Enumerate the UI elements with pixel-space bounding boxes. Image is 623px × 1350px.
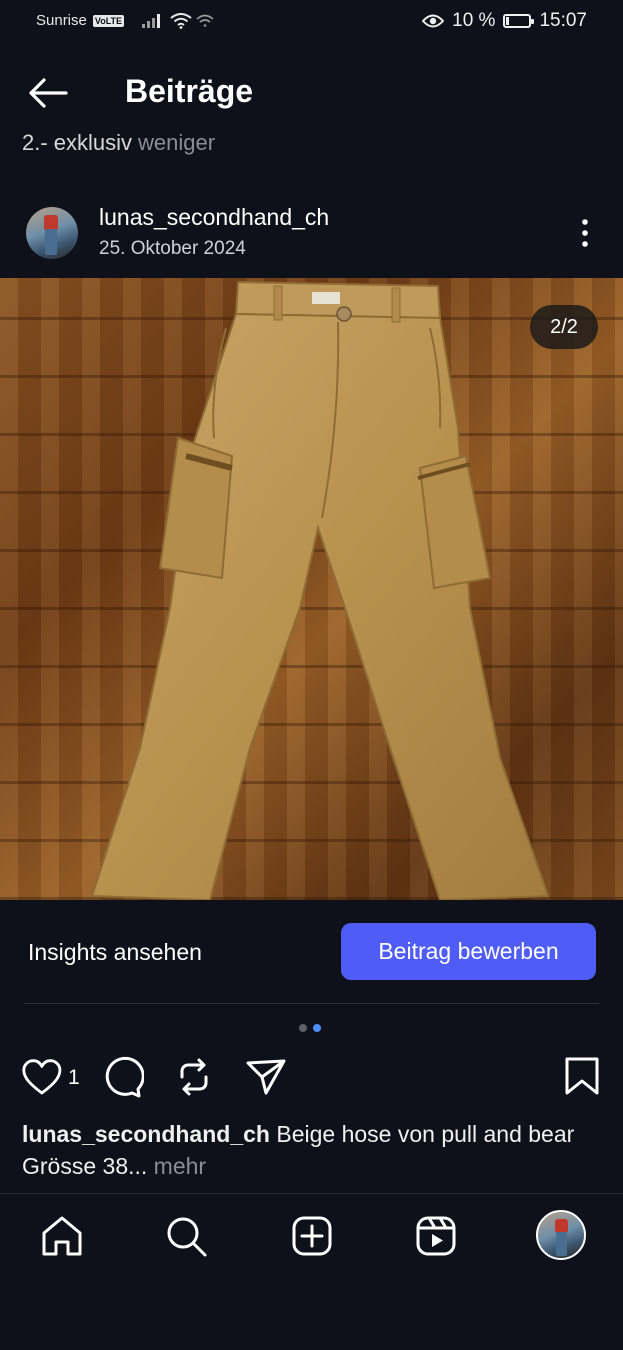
- post-date: 25. Oktober 2024: [99, 238, 246, 259]
- post-header: lunas_secondhand_ch 25. Oktober 2024: [0, 198, 623, 270]
- previous-caption-text: 2.- exklusiv: [22, 130, 133, 155]
- pants-illustration: [90, 280, 550, 900]
- create-icon[interactable]: [288, 1212, 336, 1260]
- carousel-dot-active: [313, 1024, 321, 1032]
- page-title: Beiträge: [125, 73, 254, 109]
- promote-post-button[interactable]: Beitrag bewerben: [341, 923, 596, 980]
- previous-post-caption: 2.- exklusiv weniger: [22, 130, 215, 156]
- wifi-icon: [170, 12, 192, 29]
- divider: [24, 1003, 599, 1004]
- signal-icon: [142, 13, 161, 28]
- status-bar: Sunrise VoLTE 10 % 15:07: [0, 0, 623, 44]
- caption-text-line1: Beige hose von pull and bear: [276, 1121, 575, 1147]
- search-icon[interactable]: [162, 1212, 210, 1260]
- profile-avatar[interactable]: [536, 1210, 586, 1260]
- status-right: 10 % 15:07: [422, 10, 587, 32]
- like-count[interactable]: 1: [68, 1066, 80, 1090]
- battery-percent: 10 %: [452, 10, 496, 31]
- carrier-name: Sunrise: [36, 12, 87, 29]
- home-icon[interactable]: [38, 1212, 86, 1260]
- volte-badge: VoLTE: [92, 14, 125, 27]
- wifi-secondary-icon: [196, 14, 214, 27]
- caption-username[interactable]: lunas_secondhand_ch: [22, 1121, 270, 1147]
- bookmark-icon[interactable]: [560, 1055, 604, 1099]
- share-icon[interactable]: [244, 1055, 288, 1099]
- engagement-bar: 1: [0, 1055, 623, 1101]
- eye-icon: [422, 14, 445, 28]
- insights-link[interactable]: Insights ansehen: [28, 939, 202, 966]
- more-link[interactable]: mehr: [154, 1153, 206, 1179]
- repost-icon[interactable]: [172, 1055, 216, 1099]
- top-bar: Beiträge: [0, 56, 623, 128]
- bottom-navigation: [0, 1208, 623, 1268]
- carousel-indicator: [299, 1024, 321, 1032]
- comment-icon[interactable]: [100, 1055, 144, 1099]
- image-counter-badge: 2/2: [530, 305, 598, 349]
- post-image[interactable]: [0, 278, 623, 900]
- status-left: Sunrise VoLTE: [36, 12, 214, 29]
- post-username[interactable]: lunas_secondhand_ch: [99, 204, 329, 231]
- carousel-dot: [299, 1024, 307, 1032]
- post-actions-row: Insights ansehen Beitrag bewerben: [0, 922, 623, 984]
- avatar[interactable]: [26, 207, 78, 259]
- more-vertical-icon[interactable]: [574, 218, 596, 248]
- post-caption: lunas_secondhand_ch Beige hose von pull …: [22, 1118, 612, 1182]
- arrow-left-icon[interactable]: [26, 76, 70, 110]
- nav-divider: [0, 1193, 623, 1194]
- less-link[interactable]: weniger: [138, 130, 215, 155]
- reels-icon[interactable]: [412, 1212, 460, 1260]
- heart-icon[interactable]: [20, 1055, 64, 1099]
- caption-text-line2: Grösse 38...: [22, 1153, 148, 1179]
- clock: 15:07: [539, 10, 587, 31]
- battery-icon: [503, 14, 535, 28]
